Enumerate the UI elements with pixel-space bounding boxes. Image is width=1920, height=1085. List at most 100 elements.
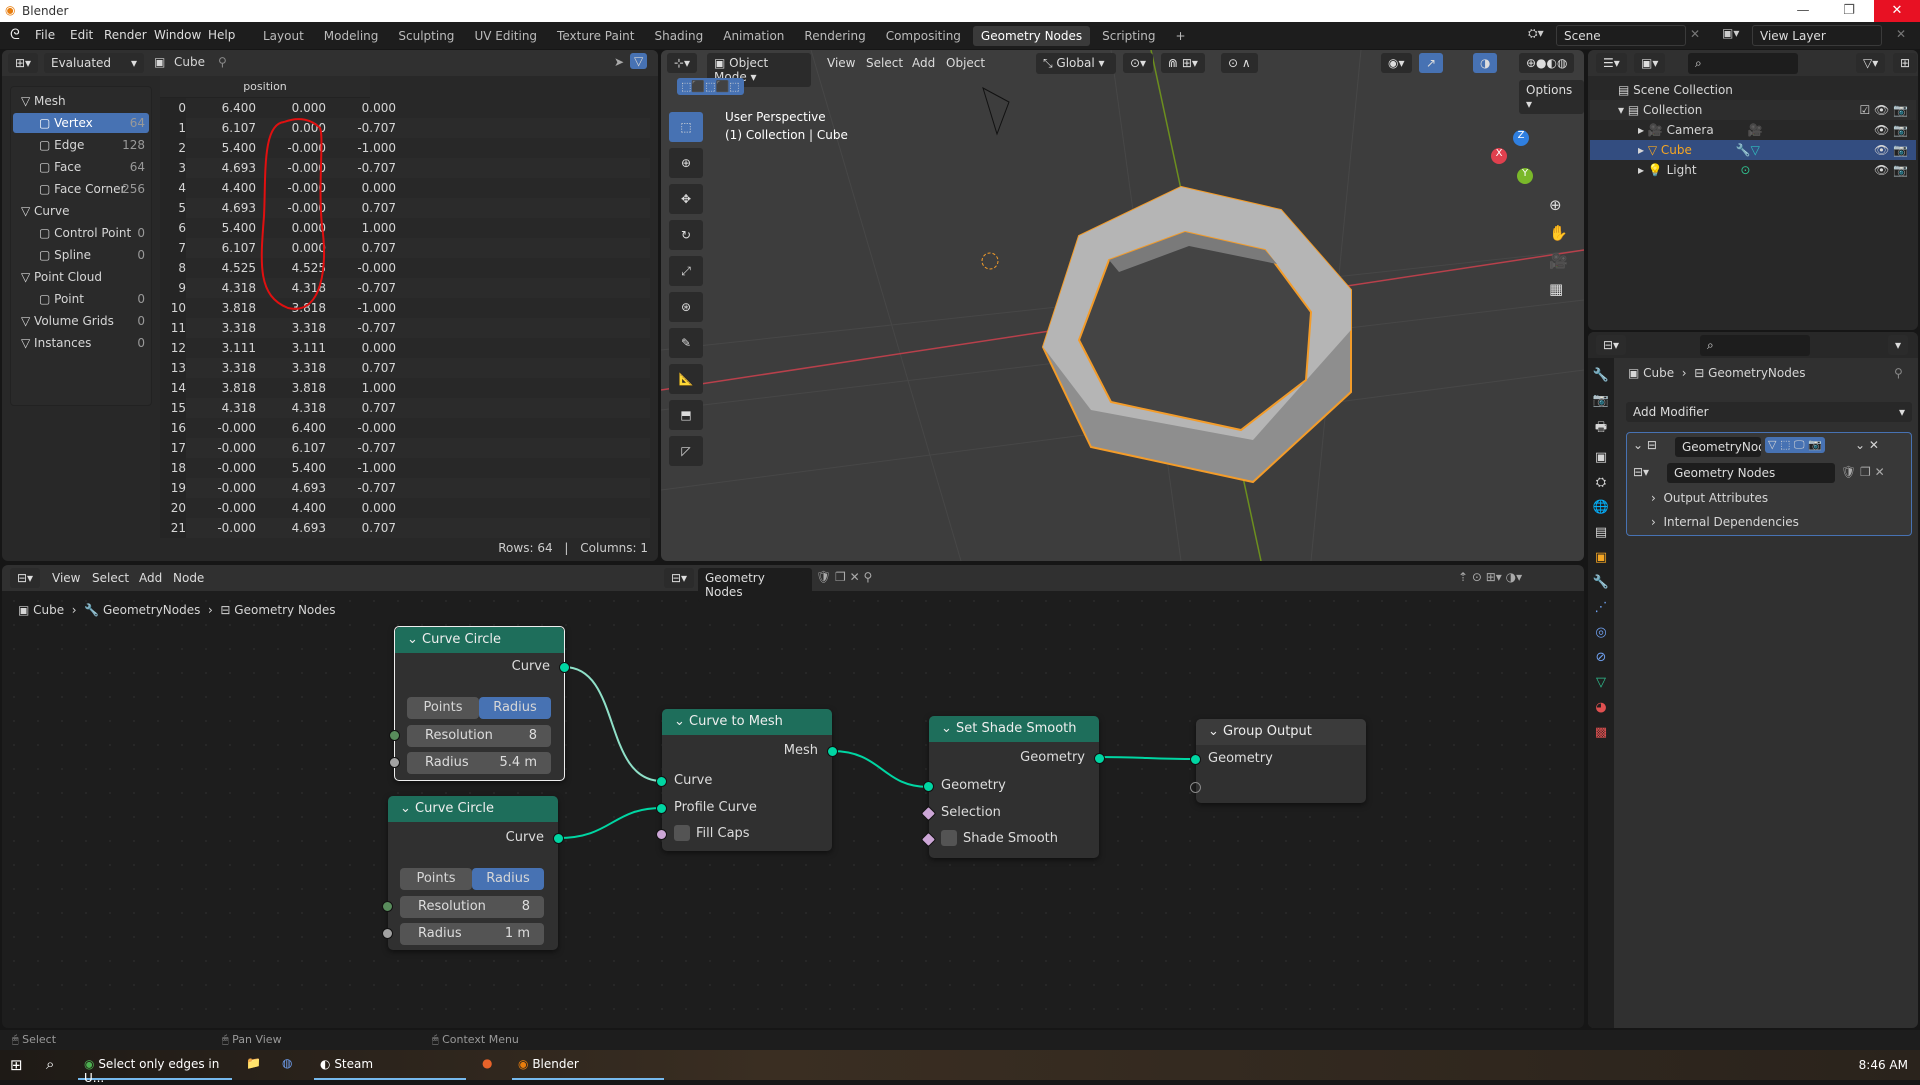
overlay-toggle-icon[interactable]: ◑ (1473, 53, 1498, 73)
input-profile-socket[interactable] (656, 803, 667, 814)
properties-pin-icon[interactable]: ⚲ (1894, 366, 1903, 380)
viewport-editor-type-icon[interactable]: ⊹▾ (667, 53, 698, 73)
tab-geometry-nodes[interactable]: Geometry Nodes (972, 26, 1091, 46)
scene-close-icon[interactable]: ✕ (1690, 27, 1700, 41)
resolution-socket[interactable] (382, 901, 393, 912)
selected-only-icon[interactable]: ➤ (614, 55, 624, 69)
menu-edit[interactable]: Edit (70, 28, 93, 42)
rotate-tool-icon[interactable]: ↻ (669, 220, 703, 250)
resolution-field[interactable]: Resolution 8 (407, 725, 551, 747)
camera-view-icon[interactable]: 🎥 (1549, 252, 1568, 270)
outliner-editor-type-icon[interactable]: ☰▾ (1596, 53, 1627, 73)
minimize-button[interactable]: — (1780, 0, 1826, 22)
extra-tool-icon[interactable]: ◸ (669, 436, 703, 466)
light-visibility-icons[interactable]: 👁 📷 (1874, 160, 1908, 180)
output-tab-icon[interactable]: 🖶 (1595, 418, 1607, 440)
node-curve-to-mesh[interactable]: ⌄ Curve to Mesh Mesh Curve Profile Curve… (656, 709, 838, 851)
tab-compositing[interactable]: Compositing (878, 26, 969, 46)
tree-item-mesh[interactable]: ▽ Mesh (13, 91, 149, 111)
blender-menu-icon[interactable]: ᘓ (10, 27, 20, 43)
modifier-name-field[interactable]: GeometryNod... (1675, 437, 1761, 457)
data-tab-icon[interactable]: ▽ (1596, 675, 1606, 690)
gizmo-toggle-icon[interactable]: ↗ (1419, 53, 1444, 73)
camera-data-icon[interactable]: 🎥 (1748, 123, 1763, 137)
scene-selector[interactable]: Scene (1556, 25, 1686, 46)
constraints-tab-icon[interactable]: ⊘ (1596, 650, 1607, 665)
node-header[interactable]: ⌄ Curve to Mesh (662, 709, 832, 735)
tab-sculpting[interactable]: Sculpting (390, 26, 462, 46)
render-tab-icon[interactable]: 📷 (1593, 393, 1609, 408)
select-box-tool-icon[interactable]: ⬚ (669, 112, 703, 142)
mode-points-button[interactable]: Points (407, 697, 479, 719)
add-modifier-dropdown[interactable]: Add Modifier ▾ (1626, 402, 1912, 422)
view-layer-icon[interactable]: ▣▾ (1722, 26, 1739, 40)
modifier-menu-icon[interactable]: ⌄ ✕ (1855, 438, 1879, 452)
node-header[interactable]: ⌄ Set Shade Smooth (929, 716, 1099, 742)
gizmo-y[interactable]: Y (1517, 168, 1533, 184)
snap-icon[interactable]: ⋒ ⊞▾ (1161, 53, 1205, 73)
tree-item-point[interactable]: ▢ Point 0 (13, 289, 149, 309)
view-layer-tab-icon[interactable]: ▣ (1595, 450, 1607, 465)
editor-type-icon[interactable]: ⊞▾ (8, 53, 39, 73)
taskbar-steam[interactable]: ◐ Steam (314, 1050, 466, 1080)
annotate-tool-icon[interactable]: ✎ (669, 328, 703, 358)
tab-modeling[interactable]: Modeling (316, 26, 387, 46)
properties-search-input[interactable]: ⌕ (1700, 335, 1810, 356)
section-output-attributes[interactable]: › Output Attributes (1651, 491, 1768, 505)
close-window-button[interactable]: ✕ (1874, 0, 1920, 22)
node-curve-circle-1[interactable]: ⌄ Curve Circle Curve Points Radius Resol… (389, 626, 570, 781)
tool-tab-icon[interactable]: 🔧 (1593, 368, 1609, 383)
tree-item-face[interactable]: ▢ Face 64 (13, 157, 149, 177)
gizmo-x[interactable]: X (1491, 148, 1507, 164)
object-tab-icon[interactable]: ▣ (1595, 550, 1607, 565)
properties-editor-type-icon[interactable]: ⊟▾ (1596, 335, 1627, 355)
pivot-icon[interactable]: ⊙▾ (1123, 53, 1154, 73)
texture-tab-icon[interactable]: ▩ (1595, 725, 1607, 740)
particles-tab-icon[interactable]: ⋰ (1595, 600, 1608, 615)
collection-visibility-icons[interactable]: ☑ 👁 📷 (1859, 100, 1908, 120)
new-collection-icon[interactable]: ⊞ (1893, 53, 1918, 73)
physics-tab-icon[interactable]: ◎ (1595, 625, 1606, 640)
tree-item-control-point[interactable]: ▢ Control Point 0 (13, 223, 149, 243)
ortho-grid-icon[interactable]: ▦ (1549, 280, 1568, 298)
fill-caps-socket[interactable] (656, 829, 667, 840)
select-mode-icons[interactable]: ⬚⬛⬚⬛⬚ (677, 78, 744, 95)
node-header[interactable]: ⌄ Curve Circle (388, 796, 558, 822)
tree-item-curve[interactable]: ▽ Curve (13, 201, 149, 221)
transform-orientation-dropdown[interactable]: ⤡ Global ▾ (1036, 53, 1116, 74)
menu-render[interactable]: Render (104, 28, 147, 42)
input-curve-socket[interactable] (656, 776, 667, 787)
node-header[interactable]: ⌄ Curve Circle (395, 627, 564, 653)
collection-tab-icon[interactable]: ▤ (1595, 525, 1607, 540)
cube-visibility-icons[interactable]: 👁 📷 (1874, 140, 1908, 160)
tree-item-point-cloud[interactable]: ▽ Point Cloud (13, 267, 149, 287)
modifier-collapse-icon[interactable]: ⌄ ⊟ (1633, 438, 1657, 452)
transform-tool-icon[interactable]: ⊛ (669, 292, 703, 322)
output-mesh-socket[interactable] (827, 746, 838, 757)
mode-radius-button[interactable]: Radius (479, 697, 551, 719)
restore-button[interactable]: ❐ (1826, 0, 1872, 22)
pin-icon[interactable]: ⚲ (218, 55, 227, 69)
move-tool-icon[interactable]: ✥ (669, 184, 703, 214)
radius-socket[interactable] (389, 757, 400, 768)
tree-item-instances[interactable]: ▽ Instances 0 (13, 333, 149, 353)
app-orange-icon[interactable]: ● (482, 1056, 492, 1070)
mode-points-button[interactable]: Points (400, 868, 472, 890)
display-mode-dropdown[interactable]: Evaluated ▾ (44, 53, 144, 73)
pan-hand-icon[interactable]: ✋ (1549, 224, 1568, 242)
tree-item-volume-grids[interactable]: ▽ Volume Grids 0 (13, 311, 149, 331)
section-internal-dependencies[interactable]: › Internal Dependencies (1651, 515, 1799, 529)
outliner-filter-icon[interactable]: ▽▾ (1856, 53, 1886, 73)
scale-tool-icon[interactable]: ⤢ (669, 256, 703, 286)
mesh-data-icon[interactable]: ▽ (1751, 143, 1760, 157)
proportional-edit-icon[interactable]: ⊙ ∧ (1221, 53, 1258, 73)
viewport-menu-add[interactable]: Add (912, 56, 935, 70)
options-dropdown[interactable]: Options ▾ (1519, 80, 1584, 114)
outliner-item-light[interactable]: ▸ 💡 Light ⊙ 👁 📷 (1590, 160, 1916, 180)
tab-rendering[interactable]: Rendering (796, 26, 873, 46)
light-data-icon[interactable]: ⊙ (1740, 163, 1750, 177)
tab-shading[interactable]: Shading (646, 26, 711, 46)
empty-socket[interactable] (1190, 782, 1201, 793)
3d-viewport[interactable]: ⊹▾ ▣ Object Mode ▾ View Select Add Objec… (661, 50, 1584, 561)
mode-radius-button[interactable]: Radius (472, 868, 544, 890)
